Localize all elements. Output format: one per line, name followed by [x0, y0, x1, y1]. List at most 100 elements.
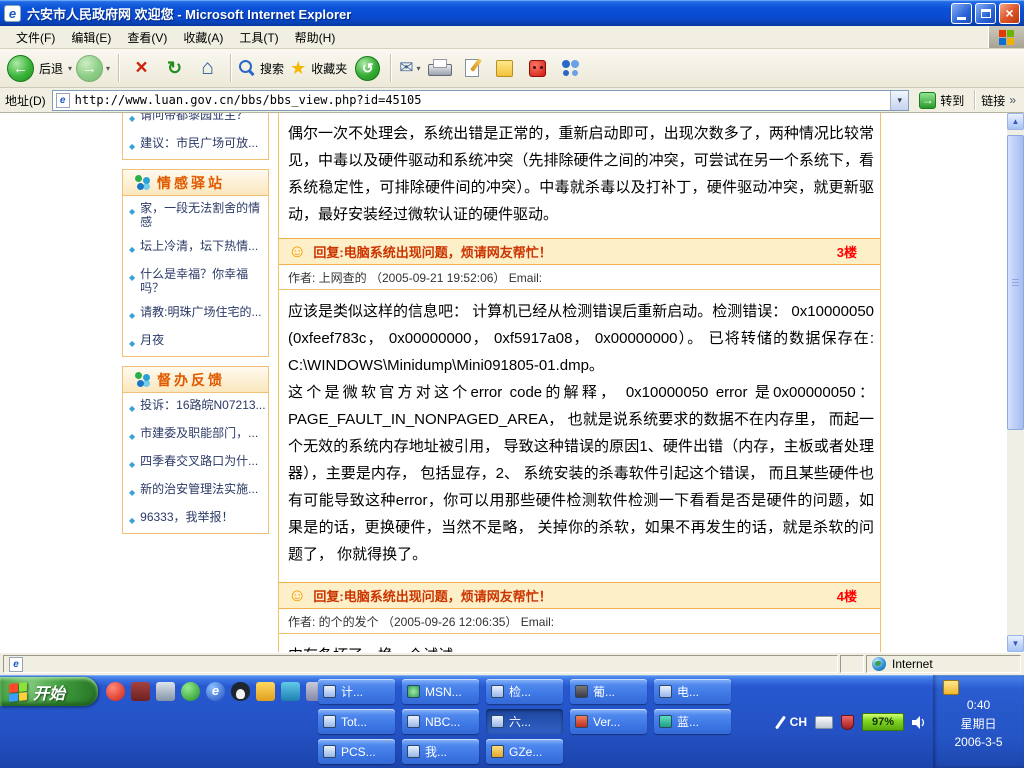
menu-file[interactable]: 文件(F): [8, 26, 63, 49]
address-input[interactable]: e http://www.luan.gov.cn/bbs/bbs_view.ph…: [52, 90, 910, 111]
vertical-scrollbar[interactable]: [1007, 113, 1024, 652]
sidebar-link[interactable]: 家，一段无法割舍的情感: [123, 196, 268, 234]
edit-button[interactable]: [457, 54, 486, 83]
task-button-active[interactable]: 六...: [486, 709, 563, 734]
quicklaunch-icon-1[interactable]: [106, 682, 125, 701]
print-button[interactable]: [424, 54, 453, 83]
scroll-down-button[interactable]: [1007, 635, 1024, 652]
clover-icon: [135, 175, 150, 190]
quicklaunch-icon-4[interactable]: [181, 682, 200, 701]
red-tray-icon[interactable]: [841, 715, 854, 730]
sidebar-link-label: 请问帝都黎园业主？: [140, 113, 248, 122]
red-app-icon: [529, 60, 546, 77]
task-button[interactable]: 电...: [654, 679, 731, 704]
task-button[interactable]: Tot...: [318, 709, 395, 734]
volume-icon[interactable]: [912, 716, 926, 729]
back-button[interactable]: ← 后退 ▾: [7, 55, 72, 82]
sidebar-link[interactable]: 月夜: [123, 328, 268, 356]
section-header: 督办反馈: [123, 367, 268, 393]
history-button[interactable]: [353, 54, 382, 83]
sidebar-link[interactable]: 市建委及职能部门，...: [123, 421, 268, 449]
menu-view[interactable]: 查看(V): [119, 26, 175, 49]
scroll-up-button[interactable]: [1007, 113, 1024, 130]
sidebar-link[interactable]: 请问帝都黎园业主？: [123, 113, 268, 131]
quicklaunch-icon-ie[interactable]: [206, 682, 225, 701]
sidebar-link-label: 投诉：16路皖N07213...: [140, 398, 265, 412]
people-icon: [560, 59, 582, 77]
forward-dropdown-icon[interactable]: ▾: [106, 64, 110, 73]
forward-button[interactable]: → ▾: [76, 55, 110, 82]
sidebar-link[interactable]: 什么是幸福？你幸福吗？: [123, 262, 268, 300]
back-arrow-icon: ←: [7, 55, 34, 82]
close-button[interactable]: ×: [999, 3, 1020, 24]
start-button[interactable]: 开始: [0, 677, 98, 706]
search-button[interactable]: 搜索: [239, 60, 286, 77]
go-button[interactable]: 转到: [915, 91, 968, 110]
task-button[interactable]: 我...: [402, 739, 479, 764]
menu-help[interactable]: 帮助(H): [287, 26, 344, 49]
keyboard-tray-icon[interactable]: [815, 716, 833, 729]
messenger-button[interactable]: [556, 54, 585, 83]
task-button[interactable]: NBC...: [402, 709, 479, 734]
smiley-icon: [288, 242, 306, 261]
printer-icon: [428, 59, 450, 77]
discuss-button[interactable]: [490, 54, 519, 83]
sidebar-link[interactable]: 96333，我举报！: [123, 505, 268, 533]
scrollbar-thumb[interactable]: [1007, 135, 1024, 430]
calendar-tray-icon[interactable]: [943, 680, 959, 695]
bullet-icon: [129, 203, 135, 219]
battery-indicator[interactable]: 97%: [862, 713, 904, 731]
task-button-grid: 计... MSN... 检... 葡... 电... Tot... NBC...…: [318, 679, 731, 768]
url-text[interactable]: http://www.luan.gov.cn/bbs/bbs_view.php?…: [75, 93, 886, 107]
task-button[interactable]: 检...: [486, 679, 563, 704]
clock-weekday: 星期日: [960, 715, 996, 732]
task-button[interactable]: PCS...: [318, 739, 395, 764]
quicklaunch-icon-8[interactable]: [281, 682, 300, 701]
task-button[interactable]: 蓝...: [654, 709, 731, 734]
sidebar-link[interactable]: 四季春交叉路口为什...: [123, 449, 268, 477]
task-button[interactable]: 计...: [318, 679, 395, 704]
stop-button[interactable]: [127, 54, 156, 83]
menu-tools[interactable]: 工具(T): [231, 26, 286, 49]
mail-button[interactable]: ▾: [399, 58, 420, 78]
sidebar-link[interactable]: 建议：市民广场可放...: [123, 131, 268, 159]
task-button[interactable]: 葡...: [570, 679, 647, 704]
home-icon: [201, 56, 214, 80]
links-bar[interactable]: 链接: [981, 92, 1019, 109]
menu-edit[interactable]: 编辑(E): [63, 26, 119, 49]
sidebar-link[interactable]: 坛上冷清，坛下热情...: [123, 234, 268, 262]
quicklaunch-icon-qq[interactable]: [231, 682, 250, 701]
quicklaunch-icon-7[interactable]: [256, 682, 275, 701]
menu-favorites[interactable]: 收藏(A): [175, 26, 231, 49]
mail-icon: [399, 58, 413, 78]
title-bar: e 六安市人民政府网 欢迎您 - Microsoft Internet Expl…: [0, 0, 1024, 26]
favorites-button[interactable]: 收藏夹: [290, 58, 349, 79]
taskbar-clock[interactable]: 0:40 星期日 2006-3-5: [933, 675, 1024, 768]
sidebar-link[interactable]: 请教:明珠广场住宅的...: [123, 300, 268, 328]
home-button[interactable]: [193, 54, 222, 83]
back-dropdown-icon[interactable]: ▾: [68, 64, 72, 73]
input-language-indicator[interactable]: CH: [790, 715, 807, 729]
quicklaunch-icon-3[interactable]: [156, 682, 175, 701]
mail-dropdown-icon[interactable]: ▾: [416, 64, 420, 73]
refresh-button[interactable]: [160, 54, 189, 83]
minimize-button[interactable]: [951, 3, 972, 24]
address-dropdown-button[interactable]: [890, 91, 908, 110]
pen-tray-icon[interactable]: [775, 715, 786, 729]
paragraph: 内存条坏了，换一个试试。: [288, 642, 874, 652]
sidebar-link[interactable]: 投诉：16路皖N07213...: [123, 393, 268, 421]
task-button[interactable]: GZe...: [486, 739, 563, 764]
maximize-button[interactable]: [975, 3, 996, 24]
app-red-button[interactable]: [523, 54, 552, 83]
floor-badge: 3楼: [837, 242, 857, 261]
task-button[interactable]: Ver...: [570, 709, 647, 734]
sidebar-link[interactable]: 新的治安管理法实施...: [123, 477, 268, 505]
window-title: 六安市人民政府网 欢迎您 - Microsoft Internet Explor…: [27, 4, 948, 23]
reply-content: 内存条坏了，换一个试试。: [279, 634, 880, 652]
quicklaunch-icon-2[interactable]: [131, 682, 150, 701]
address-label: 地址(D): [5, 92, 46, 109]
search-label: 搜索: [260, 60, 284, 77]
links-chevron-icon: [1009, 93, 1016, 107]
bullet-icon: [129, 335, 135, 351]
task-button[interactable]: MSN...: [402, 679, 479, 704]
